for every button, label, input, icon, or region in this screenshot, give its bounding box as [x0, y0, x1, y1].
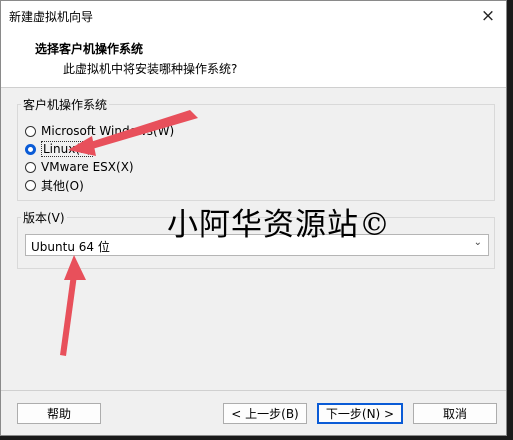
help-button[interactable]: 帮助 [17, 403, 101, 424]
chevron-down-icon: ⌄ [473, 237, 482, 248]
radio-button-vmware-esx[interactable] [25, 161, 36, 173]
page-subtitle: 此虚拟机中将安装哪种操作系统? [63, 62, 238, 76]
radio-vmware-esx[interactable]: VMware ESX(X) [25, 158, 134, 176]
radio-windows[interactable]: Microsoft Windows(W) [25, 122, 174, 140]
radio-button-other[interactable] [25, 179, 36, 191]
back-button[interactable]: < 上一步(B) [223, 403, 307, 424]
footer-divider [1, 390, 506, 391]
version-select-value: Ubuntu 64 位 [31, 240, 110, 254]
guest-os-group-label: 客户机操作系统 [21, 96, 110, 113]
version-group-label: 版本(V) [21, 209, 67, 226]
wizard-window: 新建虚拟机向导 × 选择客户机操作系统 此虚拟机中将安装哪种操作系统? 客户机操… [0, 0, 507, 436]
close-icon[interactable]: × [476, 4, 500, 28]
radio-label-windows: Microsoft Windows(W) [41, 124, 175, 138]
page-title: 选择客户机操作系统 [35, 42, 144, 56]
radio-linux[interactable]: Linux(L) [25, 140, 94, 158]
radio-other[interactable]: 其他(O) [25, 176, 84, 194]
cancel-button[interactable]: 取消 [413, 403, 497, 424]
background-strip [507, 0, 513, 440]
window-title: 新建虚拟机向导 [9, 10, 94, 24]
wizard-header: 选择客户机操作系统 此虚拟机中将安装哪种操作系统? [1, 31, 506, 88]
radio-label-other: 其他(O) [41, 178, 84, 193]
radio-label-vmware-esx: VMware ESX(X) [41, 160, 134, 174]
watermark: 小阿华资源站© [167, 207, 391, 243]
next-button[interactable]: 下一步(N) > [317, 403, 403, 424]
radio-button-windows[interactable] [25, 125, 36, 137]
title-bar: 新建虚拟机向导 × [1, 1, 506, 31]
background-strip-bottom [0, 436, 513, 440]
radio-button-linux[interactable] [25, 143, 36, 155]
radio-label-linux: Linux(L) [41, 141, 94, 157]
